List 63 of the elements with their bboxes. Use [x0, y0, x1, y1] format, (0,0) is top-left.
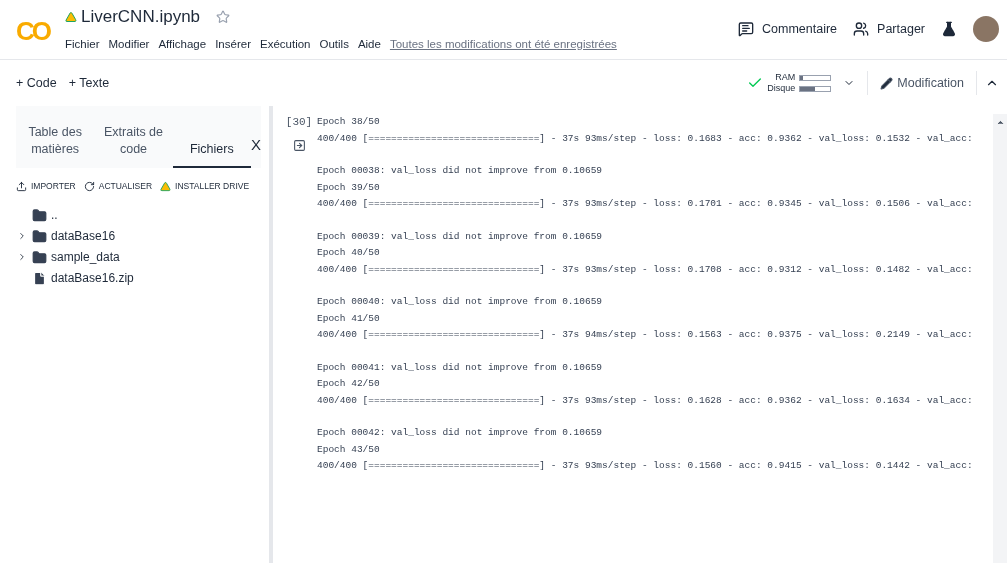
output-line: 400/400 [==============================] - 37s 93ms/step - loss: 0.1708 - acc: 0.9312 - val_loss: 0.1482 - val_acc: [317, 262, 974, 277]
folder-icon [32, 228, 47, 244]
output-line: Epoch 40/50 [317, 246, 381, 260]
comment-icon [738, 21, 754, 37]
meter-label: Disque [767, 84, 796, 93]
insert-cell-button[interactable]: + Code [16, 73, 57, 93]
triangle-icon [65, 10, 77, 23]
folder-up-icon [32, 207, 47, 223]
menu-item[interactable]: Aide [357, 35, 381, 53]
menu-item[interactable]: Exécution [259, 35, 311, 53]
sidebar-action-button[interactable]: ACTUALISER [83, 180, 153, 193]
output-line: 400/400 [==============================] - 37s 93ms/step - loss: 0.1628 - acc: 0.9362 - val_loss: 0.1634 - val_acc: [317, 393, 974, 408]
menu-item[interactable]: Outils [319, 35, 349, 53]
output-line: Epoch 00041: val_loss did not improve from 0.10659 [317, 360, 604, 375]
output-line: Epoch 00040: val_loss did not improve from 0.10659 [317, 295, 604, 309]
output-line: Epoch 38/50 [317, 115, 381, 129]
output-line: Epoch 00042: val_loss did not improve from 0.10659 [317, 426, 604, 440]
output-line: Epoch 39/50 [317, 180, 381, 195]
file-icon [32, 270, 47, 286]
output-line: 400/400 [==============================] - 37s 93ms/step - loss: 0.1560 - acc: 0.9415 - val_loss: 0.1442 - val_acc: [317, 459, 974, 473]
output-line: 400/400 [==============================] - 37s 93ms/step - loss: 0.1683 - acc: 0.9362 - val_loss: 0.1532 - val_acc: [317, 131, 974, 146]
folder-icon [32, 249, 47, 265]
meter-label: RAM [775, 73, 796, 82]
insert-cell-button[interactable]: + Texte [68, 73, 110, 93]
sidebar-tab[interactable]: Fichiers [172, 141, 251, 168]
sidebar-tab[interactable]: Extraits de code [94, 124, 173, 168]
output-line: Epoch 00039: val_loss did not improve from 0.10659 [317, 229, 604, 244]
file-name[interactable]: .. [51, 206, 58, 225]
save-status-link[interactable]: Toutes les modifications ont été enregistrées [389, 35, 617, 53]
close-button[interactable]: X [251, 133, 261, 156]
triangle-icon [160, 180, 172, 192]
notebook-title[interactable]: LiverCNN.ipynb [81, 4, 201, 30]
refresh-icon [83, 180, 95, 192]
menu-item[interactable]: Affichage [158, 35, 207, 53]
people-icon [853, 21, 870, 37]
output-line: 400/400 [==============================] - 37s 93ms/step - loss: 0.1701 - acc: 0.9345 - val_loss: 0.1506 - val_acc: [317, 197, 974, 211]
header-action-button[interactable]: Commentaire [738, 19, 838, 39]
output-icon[interactable] [292, 138, 306, 152]
execution-count: [30] [285, 115, 313, 130]
sidebar-action-button[interactable]: IMPORTER [16, 180, 76, 193]
expand-caret-icon[interactable] [17, 231, 27, 242]
flask-icon[interactable] [941, 21, 957, 37]
file-name[interactable]: dataBase16.zip [51, 269, 134, 288]
file-name[interactable]: dataBase16 [51, 227, 116, 246]
pencil-icon [880, 76, 894, 90]
output-line: Epoch 00038: val_loss did not improve from 0.10659 [317, 164, 604, 178]
header-action-button[interactable]: Partager [853, 19, 925, 39]
avatar[interactable] [973, 16, 999, 42]
star-icon[interactable] [216, 9, 231, 24]
output-line: Epoch 43/50 [317, 442, 381, 457]
sidebar-action-button[interactable]: INSTALLER DRIVE [160, 180, 250, 193]
upload-icon [16, 180, 27, 192]
menu-item[interactable]: Insérer [215, 35, 251, 53]
expand-caret-icon[interactable] [17, 252, 27, 263]
file-name[interactable]: sample_data [51, 248, 120, 267]
sidebar-tab[interactable]: Table des matières [16, 124, 95, 168]
mode-button[interactable]: Modification [868, 73, 976, 93]
menu-item[interactable]: Modifier [108, 35, 150, 53]
output-line: Epoch 42/50 [317, 377, 381, 391]
menu-item[interactable]: Fichier [65, 35, 100, 53]
output-line: 400/400 [==============================] - 37s 94ms/step - loss: 0.1563 - acc: 0.9375 - val_loss: 0.2149 - val_acc: [317, 328, 974, 342]
scroll-up-icon[interactable] [995, 118, 1005, 127]
output-line: Epoch 41/50 [317, 311, 381, 326]
